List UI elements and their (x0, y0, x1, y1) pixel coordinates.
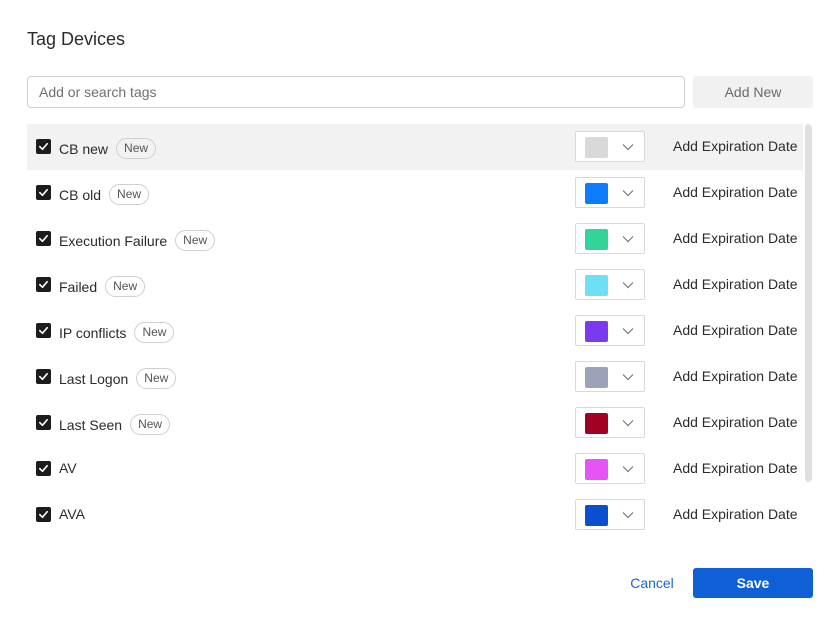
tag-name: Execution Failure New (59, 230, 216, 251)
check-icon (39, 510, 48, 519)
tag-row: AVA Add Expiration Date (27, 492, 803, 538)
tag-checkbox[interactable] (36, 323, 51, 338)
add-expiration-date-link[interactable]: Add Expiration Date (673, 414, 798, 430)
color-swatch (585, 183, 608, 204)
add-expiration-date-link[interactable]: Add Expiration Date (673, 230, 798, 246)
tag-checkbox[interactable] (36, 277, 51, 292)
add-new-button[interactable]: Add New (693, 76, 813, 108)
tag-color-dropdown[interactable] (575, 453, 645, 484)
tag-label: Last Seen (59, 416, 123, 433)
tag-row: CB new New Add Expiration Date (27, 124, 803, 170)
chevron-down-icon (622, 282, 634, 289)
tag-label: Failed (59, 278, 98, 295)
tag-name: Failed New (59, 276, 146, 297)
tag-name: Last Logon New (59, 368, 177, 389)
new-badge: New (175, 230, 216, 251)
tag-label: IP conflicts (59, 324, 127, 341)
tag-color-dropdown[interactable] (575, 499, 645, 530)
new-badge: New (134, 322, 175, 343)
add-expiration-date-link[interactable]: Add Expiration Date (673, 506, 798, 522)
check-icon (39, 464, 48, 473)
tag-name: AV (59, 460, 77, 476)
tag-name: CB new New (59, 138, 157, 159)
tag-label: Execution Failure (59, 232, 168, 249)
color-swatch (585, 505, 608, 526)
chevron-down-icon (622, 328, 634, 335)
color-swatch (585, 229, 608, 250)
check-icon (39, 418, 48, 427)
color-swatch (585, 321, 608, 342)
tag-color-dropdown[interactable] (575, 131, 645, 162)
new-badge: New (105, 276, 146, 297)
tag-checkbox[interactable] (36, 139, 51, 154)
tag-name: Last Seen New (59, 414, 171, 435)
save-button[interactable]: Save (693, 568, 813, 598)
tag-color-dropdown[interactable] (575, 361, 645, 392)
tag-checkbox[interactable] (36, 369, 51, 384)
tag-row: Last Seen New Add Expiration Date (27, 400, 803, 446)
add-expiration-date-link[interactable]: Add Expiration Date (673, 184, 798, 200)
chevron-down-icon (622, 420, 634, 427)
tag-checkbox[interactable] (36, 231, 51, 246)
tag-label: Last Logon (59, 370, 129, 387)
cancel-button[interactable]: Cancel (622, 568, 682, 598)
add-expiration-date-link[interactable]: Add Expiration Date (673, 368, 798, 384)
check-icon (39, 280, 48, 289)
add-expiration-date-link[interactable]: Add Expiration Date (673, 276, 798, 292)
tag-row: Last Logon New Add Expiration Date (27, 354, 803, 400)
tag-name: IP conflicts New (59, 322, 175, 343)
list-scrollbar[interactable] (805, 124, 812, 482)
tag-label: AVA (59, 506, 85, 522)
chevron-down-icon (622, 144, 634, 151)
tag-row: Failed New Add Expiration Date (27, 262, 803, 308)
tag-color-dropdown[interactable] (575, 177, 645, 208)
add-expiration-date-link[interactable]: Add Expiration Date (673, 460, 798, 476)
tag-row: AV Add Expiration Date (27, 446, 803, 492)
tag-search-input[interactable] (27, 76, 685, 108)
tag-row: IP conflicts New Add Expiration Date (27, 308, 803, 354)
tag-color-dropdown[interactable] (575, 407, 645, 438)
tag-label: AV (59, 460, 77, 476)
tag-checkbox[interactable] (36, 507, 51, 522)
tag-color-dropdown[interactable] (575, 223, 645, 254)
tag-checkbox[interactable] (36, 415, 51, 430)
color-swatch (585, 275, 608, 296)
tag-color-dropdown[interactable] (575, 269, 645, 300)
color-swatch (585, 137, 608, 158)
add-expiration-date-link[interactable]: Add Expiration Date (673, 138, 798, 154)
dialog-title: Tag Devices (27, 29, 126, 49)
check-icon (39, 234, 48, 243)
chevron-down-icon (622, 236, 634, 243)
tag-name: AVA (59, 506, 85, 522)
color-swatch (585, 459, 608, 480)
check-icon (39, 326, 48, 335)
tag-name: CB old New (59, 184, 150, 205)
check-icon (39, 188, 48, 197)
chevron-down-icon (622, 512, 634, 519)
chevron-down-icon (622, 374, 634, 381)
add-expiration-date-link[interactable]: Add Expiration Date (673, 322, 798, 338)
check-icon (39, 142, 48, 151)
color-swatch (585, 367, 608, 388)
chevron-down-icon (622, 466, 634, 473)
new-badge: New (136, 368, 177, 389)
tag-list: CB new New Add Expiration Date CB old New … (27, 124, 814, 538)
chevron-down-icon (622, 190, 634, 197)
new-badge: New (130, 414, 171, 435)
new-badge: New (116, 138, 157, 159)
new-badge: New (109, 184, 150, 205)
tag-label: CB old (59, 186, 102, 203)
tag-color-dropdown[interactable] (575, 315, 645, 346)
check-icon (39, 372, 48, 381)
tag-checkbox[interactable] (36, 461, 51, 476)
tag-label: CB new (59, 140, 109, 157)
color-swatch (585, 413, 608, 434)
tag-row: Execution Failure New Add Expiration Date (27, 216, 803, 262)
tag-checkbox[interactable] (36, 185, 51, 200)
tag-row: CB old New Add Expiration Date (27, 170, 803, 216)
